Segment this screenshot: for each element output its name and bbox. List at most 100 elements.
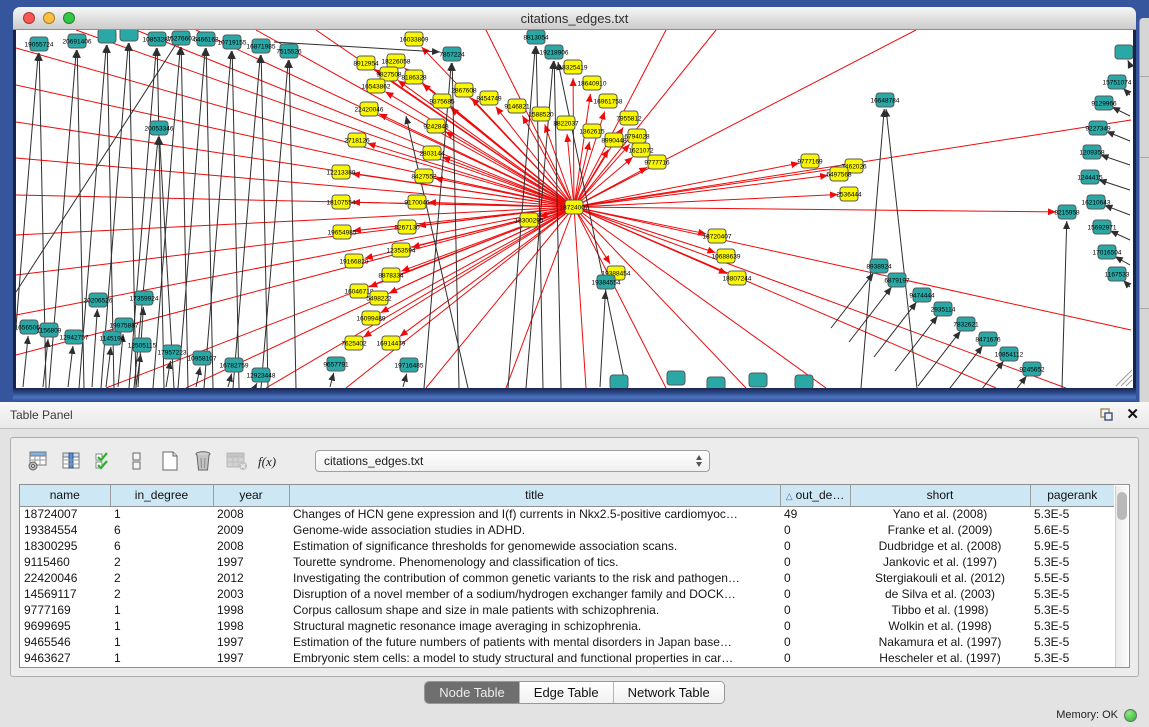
- function-builder-icon[interactable]: f(x): [256, 448, 282, 474]
- graph-node-10719155[interactable]: 10719155: [218, 35, 247, 49]
- minimize-window-button[interactable]: [43, 12, 55, 24]
- graph-node-16961758[interactable]: 16961758: [594, 94, 623, 108]
- cell[interactable]: Nakamura et al. (1997): [850, 634, 1030, 650]
- cell[interactable]: 5.3E-5: [1030, 650, 1114, 666]
- graph-node-20053346[interactable]: 20053346: [145, 121, 174, 135]
- graph-node-9777716[interactable]: 9777716: [644, 155, 670, 169]
- cell[interactable]: 0: [780, 522, 850, 538]
- cell[interactable]: 9463627: [20, 650, 110, 666]
- cell[interactable]: 5.3E-5: [1030, 618, 1114, 634]
- graph-node-unlabeled[interactable]: [707, 377, 725, 388]
- cell[interactable]: 1998: [213, 602, 289, 618]
- cell[interactable]: de Silva et al. (2003): [850, 586, 1030, 602]
- close-panel-icon[interactable]: ✕: [1126, 408, 1139, 422]
- table-row[interactable]: 911546021997Tourette syndrome. Phenomeno…: [20, 554, 1114, 570]
- graph-node-2718126[interactable]: 2718126: [344, 133, 370, 147]
- graph-node-unlabeled[interactable]: [749, 373, 767, 387]
- cell[interactable]: Disruption of a novel member of a sodium…: [289, 586, 780, 602]
- graph-node-17957223[interactable]: 17957223: [158, 345, 187, 359]
- cell[interactable]: Franke et al. (2009): [850, 522, 1030, 538]
- column-header-short[interactable]: short: [850, 485, 1030, 506]
- cell[interactable]: 2: [110, 586, 213, 602]
- graph-node-8454749[interactable]: 8454749: [476, 91, 502, 105]
- cell[interactable]: 5.5E-5: [1030, 570, 1114, 586]
- cell[interactable]: 1997: [213, 554, 289, 570]
- graph-node-18325419[interactable]: 18325419: [559, 60, 588, 74]
- cell[interactable]: 18724007: [20, 506, 110, 522]
- cell[interactable]: 1997: [213, 650, 289, 666]
- table-row[interactable]: 1456911722003Disruption of a novel membe…: [20, 586, 1114, 602]
- cell[interactable]: 0: [780, 538, 850, 554]
- graph-node-16033809[interactable]: 16033809: [400, 32, 429, 46]
- cell[interactable]: Embryonic stem cells: a model to study s…: [289, 650, 780, 666]
- cell[interactable]: 2003: [213, 586, 289, 602]
- cell[interactable]: 1997: [213, 634, 289, 650]
- graph-node-unlabeled[interactable]: [1115, 45, 1133, 59]
- graph-node-2803144[interactable]: 2803144: [419, 146, 445, 160]
- cell[interactable]: 19384554: [20, 522, 110, 538]
- graph-node-8878334[interactable]: 8878334: [378, 268, 404, 282]
- cell[interactable]: 1: [110, 602, 213, 618]
- cell[interactable]: Hescheler et al. (1997): [850, 650, 1030, 666]
- graph-node-2867608[interactable]: 2867608: [451, 83, 477, 97]
- column-header-pagerank[interactable]: pagerank: [1030, 485, 1114, 506]
- delete-table-icon[interactable]: [223, 448, 249, 474]
- cell[interactable]: 5.3E-5: [1030, 506, 1114, 522]
- graph-node-19716485[interactable]: 19716485: [395, 358, 424, 372]
- graph-node-8822037[interactable]: 8822037: [553, 116, 579, 130]
- graph-node-9146821[interactable]: 9146821: [504, 99, 530, 113]
- graph-node-20691406[interactable]: 20691406: [63, 34, 92, 48]
- graph-node-1145194[interactable]: 1145194: [100, 331, 125, 345]
- cell[interactable]: 9777169: [20, 602, 110, 618]
- graph-node-7515526[interactable]: 7515526: [276, 44, 302, 58]
- tab-node-table[interactable]: Node Table: [425, 682, 519, 703]
- graph-node-1244415[interactable]: 1244415: [1077, 170, 1103, 184]
- table-row[interactable]: 946554611997Estimation of the future num…: [20, 634, 1114, 650]
- graph-node-19055724[interactable]: 19055724: [25, 37, 54, 51]
- cell[interactable]: 2012: [213, 570, 289, 586]
- graph-node-8186328[interactable]: 8186328: [401, 70, 427, 84]
- cell[interactable]: 2008: [213, 538, 289, 554]
- cell[interactable]: 5.3E-5: [1030, 586, 1114, 602]
- float-panel-icon[interactable]: [1098, 407, 1114, 423]
- row-height-icon[interactable]: [124, 448, 150, 474]
- cell[interactable]: 6: [110, 522, 213, 538]
- graph-node-6466162[interactable]: 6466162: [193, 32, 219, 46]
- cell[interactable]: 1: [110, 618, 213, 634]
- cell[interactable]: 6: [110, 538, 213, 554]
- cell[interactable]: 0: [780, 650, 850, 666]
- column-header-out_de[interactable]: △out_de…: [780, 485, 850, 506]
- graph-node-7955812[interactable]: 7955812: [616, 111, 642, 125]
- graph-node-9474444[interactable]: 9474444: [909, 288, 935, 302]
- graph-node-19166829[interactable]: 19166829: [340, 254, 369, 268]
- cell[interactable]: 2: [110, 570, 213, 586]
- column-header-name[interactable]: name: [20, 485, 110, 506]
- cell[interactable]: 0: [780, 554, 850, 570]
- graph-node-9375685[interactable]: 9375685: [429, 94, 455, 108]
- cell[interactable]: Wolkin et al. (1998): [850, 618, 1030, 634]
- graph-node-16099489[interactable]: 16099489: [357, 311, 386, 325]
- table-row[interactable]: 977716911998Corpus callosum shape and si…: [20, 602, 1114, 618]
- cell[interactable]: 5.3E-5: [1030, 634, 1114, 650]
- cell[interactable]: 0: [780, 570, 850, 586]
- graph-node-6794028[interactable]: 6794028: [624, 129, 650, 143]
- cell[interactable]: 2009: [213, 522, 289, 538]
- cell[interactable]: 2008: [213, 506, 289, 522]
- graph-node-2935114[interactable]: 2935114: [931, 302, 956, 316]
- graph-node-8215958[interactable]: 8215958: [1054, 205, 1080, 219]
- cell[interactable]: Estimation of the future numbers of pati…: [289, 634, 780, 650]
- graph-node-1209358[interactable]: 1209358: [1079, 145, 1105, 159]
- cell[interactable]: 22420046: [20, 570, 110, 586]
- graph-node-6497568[interactable]: 6497568: [826, 167, 852, 181]
- scrollbar-thumb[interactable]: [1117, 492, 1127, 520]
- cell[interactable]: 2: [110, 554, 213, 570]
- cell[interactable]: 5.9E-5: [1030, 538, 1114, 554]
- cell[interactable]: 18300295: [20, 538, 110, 554]
- tab-edge-table[interactable]: Edge Table: [519, 682, 613, 703]
- network-window-titlebar[interactable]: citations_edges.txt: [13, 7, 1136, 30]
- cell[interactable]: Tibbo et al. (1998): [850, 602, 1030, 618]
- graph-node-unlabeled[interactable]: [667, 371, 685, 385]
- graph-node-9129966[interactable]: 9129966: [1091, 96, 1117, 110]
- close-window-button[interactable]: [23, 12, 35, 24]
- cell[interactable]: 1: [110, 506, 213, 522]
